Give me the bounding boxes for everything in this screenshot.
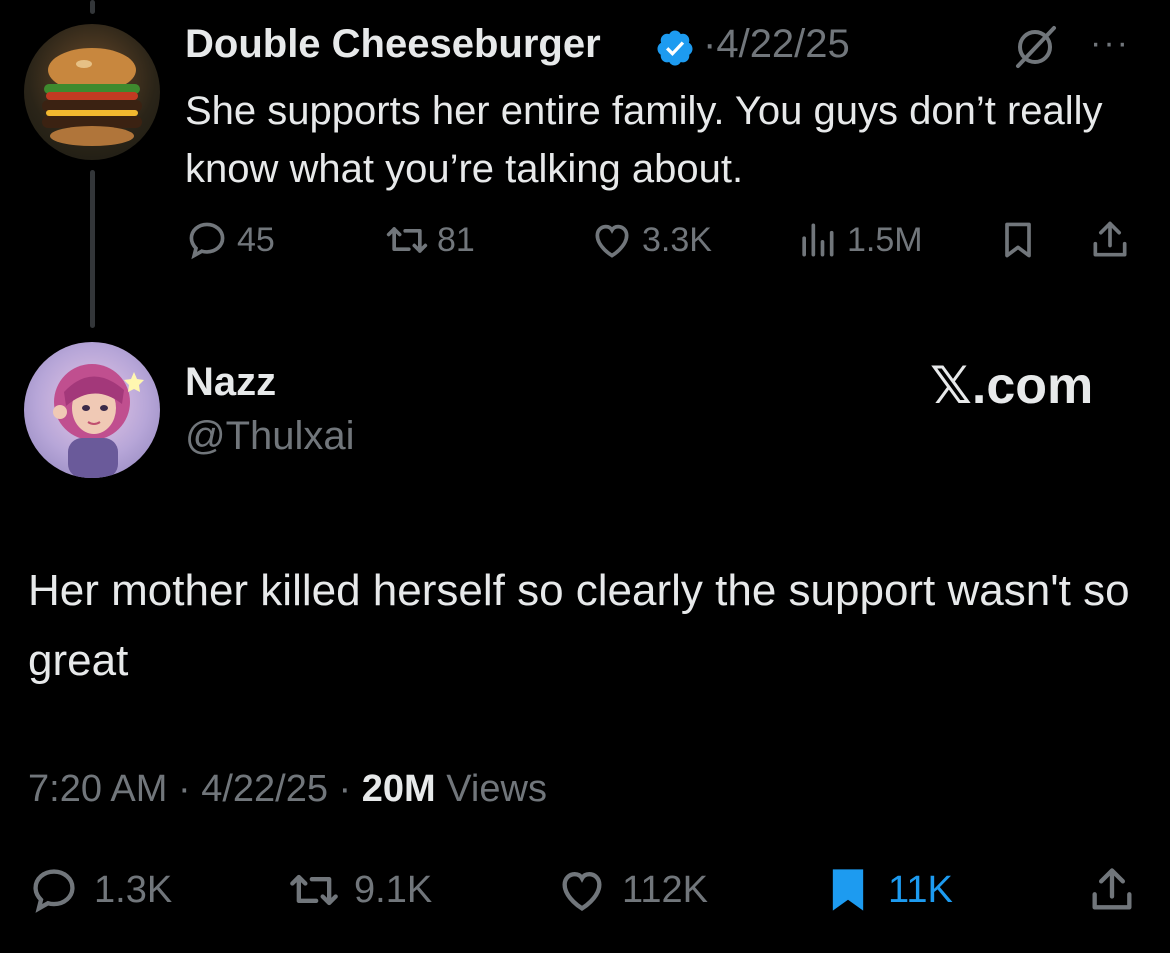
repost-count: 81 (437, 220, 475, 259)
repost-button[interactable]: 9.1K (288, 864, 432, 916)
x-com-watermark: 𝕏.com (930, 357, 1094, 415)
tweet-date[interactable]: ·4/22/25 (703, 22, 850, 67)
reply-button[interactable]: 1.3K (28, 864, 172, 916)
like-icon (595, 224, 629, 258)
reply-icon (33, 869, 75, 913)
repost-count: 9.1K (354, 868, 433, 911)
bookmark-icon (832, 869, 864, 911)
avatar-double-cheeseburger[interactable] (24, 24, 160, 160)
reply-tweet-text: She supports her entire family. You guys… (185, 89, 1103, 191)
tweet-date[interactable]: 4/22/25 (201, 768, 328, 810)
views-button[interactable]: 1.5M (795, 218, 923, 262)
like-icon (562, 872, 602, 911)
verified-badge-icon (657, 30, 693, 66)
author-name[interactable]: Double Cheeseburger (185, 22, 601, 67)
reply-icon (189, 222, 225, 260)
reply-count: 45 (237, 220, 275, 259)
share-button[interactable] (1086, 864, 1138, 916)
thread-line-top (90, 0, 95, 14)
repost-button[interactable]: 81 (385, 218, 475, 262)
views-count: 1.5M (847, 220, 923, 259)
author-name[interactable]: Nazz (185, 360, 276, 405)
views-label: Views (446, 768, 547, 810)
tweet-meta: 7:20 AM · 4/22/25 · 20M Views (28, 768, 547, 810)
thread-line (90, 170, 95, 328)
avatar-nazz[interactable] (24, 342, 160, 478)
separator: · (703, 22, 717, 66)
like-button[interactable]: 112K (556, 864, 708, 916)
grok-icon[interactable] (1010, 22, 1060, 72)
bookmark-button[interactable]: 11K (822, 864, 953, 916)
burger-avatar-image (42, 48, 142, 146)
main-tweet-actions: 1.3K 9.1K 112K 11K (0, 864, 1170, 920)
reply-count: 1.3K (94, 868, 173, 911)
like-count: 3.3K (642, 220, 712, 259)
bookmark-button[interactable] (996, 218, 1040, 262)
bookmark-icon (1005, 222, 1031, 258)
like-button[interactable]: 3.3K (590, 218, 712, 262)
more-icon[interactable]: ··· (1090, 24, 1130, 63)
like-count: 112K (622, 868, 708, 911)
share-icon (1092, 868, 1132, 910)
tweet-time[interactable]: 7:20 AM (28, 768, 167, 810)
views-icon (802, 223, 834, 257)
reply-button[interactable]: 45 (185, 218, 275, 262)
repost-icon (290, 874, 338, 906)
views-count: 20M (361, 768, 436, 810)
share-icon (1093, 221, 1127, 257)
reply-tweet-actions: 45 81 3.3K 1.5M (0, 218, 1170, 262)
repost-icon (386, 227, 428, 253)
share-button[interactable] (1088, 218, 1132, 262)
date-text: 4/22/25 (716, 22, 850, 66)
bookmark-count: 11K (888, 868, 953, 911)
anime-avatar-image (53, 364, 144, 478)
author-handle[interactable]: @Thulxai (185, 414, 355, 459)
main-tweet-text: Her mother killed herself so clearly the… (28, 566, 1130, 685)
